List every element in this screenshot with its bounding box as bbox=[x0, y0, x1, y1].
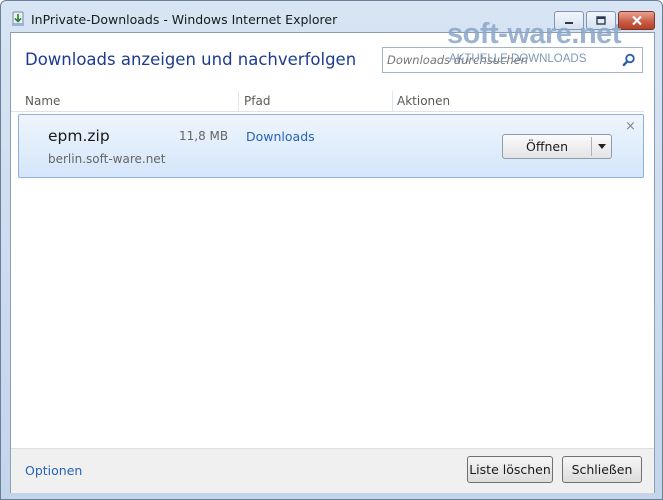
column-divider[interactable] bbox=[238, 91, 239, 111]
footer: Optionen Liste löschen Schließen bbox=[11, 448, 654, 493]
open-dropdown-button[interactable] bbox=[592, 135, 611, 158]
remove-download-button[interactable]: × bbox=[625, 120, 636, 133]
close-button[interactable]: Schließen bbox=[562, 456, 642, 483]
open-split-button[interactable]: Öffnen bbox=[502, 134, 612, 159]
page-title: Downloads anzeigen und nachverfolgen bbox=[25, 50, 357, 69]
ie-download-window: InPrivate-Downloads - Windows Internet E… bbox=[0, 0, 663, 500]
file-name: epm.zip bbox=[48, 127, 110, 145]
window-close-button[interactable] bbox=[618, 11, 655, 30]
file-source: berlin.soft-ware.net bbox=[48, 152, 166, 166]
options-link[interactable]: Optionen bbox=[25, 463, 82, 478]
file-path-link[interactable]: Downloads bbox=[246, 129, 315, 144]
column-divider[interactable] bbox=[392, 91, 393, 111]
close-icon bbox=[631, 15, 642, 26]
search-box[interactable]: AKTUELLE DOWNLOADS bbox=[382, 47, 643, 73]
file-size: 11,8 MB bbox=[179, 129, 229, 143]
open-button[interactable]: Öffnen bbox=[503, 135, 591, 158]
column-header: Name Pfad Aktionen bbox=[11, 91, 644, 112]
column-name[interactable]: Name bbox=[25, 94, 60, 108]
clear-list-button[interactable]: Liste löschen bbox=[467, 456, 553, 483]
column-path[interactable]: Pfad bbox=[244, 94, 270, 108]
download-row[interactable]: epm.zip 11,8 MB berlin.soft-ware.net Dow… bbox=[18, 114, 644, 178]
window-title: InPrivate-Downloads - Windows Internet E… bbox=[31, 12, 338, 27]
chevron-down-icon bbox=[597, 144, 606, 149]
download-manager-icon bbox=[12, 11, 24, 26]
column-actions[interactable]: Aktionen bbox=[397, 94, 450, 108]
search-icon[interactable] bbox=[622, 53, 636, 67]
search-input[interactable] bbox=[387, 51, 613, 69]
